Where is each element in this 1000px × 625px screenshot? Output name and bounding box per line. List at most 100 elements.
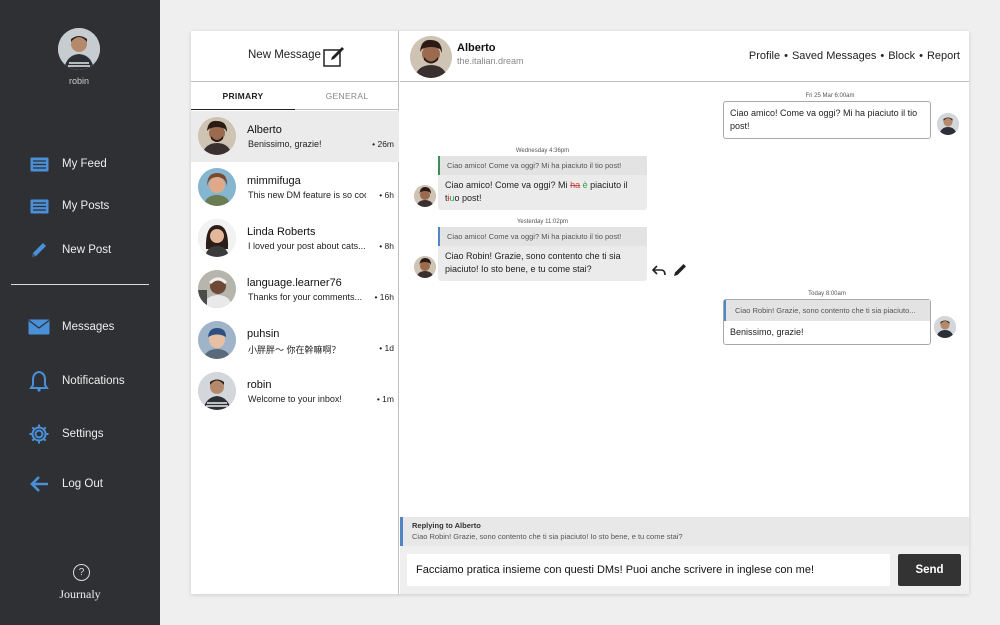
message-text: Ciao amico! Come va oggi? Mi ha è piaciu… [445, 180, 628, 203]
nav-label: My Feed [62, 158, 107, 170]
nav-my-posts[interactable]: My Posts [28, 195, 109, 217]
compose-icon[interactable] [323, 46, 345, 68]
quoted-message: Ciao amico! Come va oggi? Mi ha piaciuto… [438, 156, 647, 175]
separator: • [880, 50, 885, 62]
avatar[interactable] [58, 28, 100, 70]
message-timestamp: Wednesday 4:36pm [515, 148, 570, 154]
sidebar: robin My Feed My Posts New Post Messages… [0, 0, 160, 625]
conversation-item[interactable]: puhsin 小胖胖～ 你在幹嘛啊？ • 1d [191, 315, 399, 366]
nav-label: Messages [62, 321, 115, 333]
message-bubble[interactable]: Ciao amico! Come va oggi? Mi ha piaciuto… [438, 227, 647, 281]
conversation-name: robin [247, 379, 272, 391]
reply-context: Replying to Alberto Ciao Robin! Grazie, … [400, 517, 969, 546]
nav-log-out[interactable]: Log Out [28, 473, 103, 495]
help-icon[interactable]: ? [73, 564, 90, 581]
message-timestamp: Today 8:00am [808, 291, 846, 297]
nav-settings[interactable]: Settings [28, 423, 104, 445]
block-link[interactable]: Block [888, 50, 915, 62]
chat-pane: Alberto the.italian.dream Profile • Save… [400, 31, 969, 594]
nav-label: Settings [62, 428, 104, 440]
conversation-item[interactable]: Linda Roberts I loved your post about ca… [191, 213, 399, 264]
tab-primary[interactable]: PRIMARY [191, 82, 295, 110]
avatar [198, 168, 236, 206]
gear-icon [28, 423, 50, 445]
message-text: Benissimo, grazie! [730, 327, 804, 337]
divider [11, 284, 149, 285]
message-timestamp: Yesterday 11:02pm [516, 219, 569, 225]
quoted-message: Ciao Robin! Grazie, sono contento che ti… [724, 300, 930, 321]
tab-general[interactable]: GENERAL [295, 82, 399, 110]
conversation-name: Linda Roberts [247, 226, 316, 238]
conversation-time: • 6h [379, 190, 394, 200]
conversation-name: puhsin [247, 328, 280, 340]
user-name: robin [68, 76, 89, 86]
messages-panel: New Message PRIMARY GENERAL Alberto Beni… [191, 31, 969, 594]
conversation-time: • 1d [379, 343, 394, 353]
avatar [198, 270, 236, 308]
nav-new-post[interactable]: New Post [28, 239, 111, 261]
message-input[interactable] [407, 554, 890, 586]
conversation-time: • 1m [376, 394, 394, 404]
arrow-left-icon [28, 473, 50, 495]
nav-label: Notifications [62, 375, 125, 387]
inbox-tabs: PRIMARY GENERAL [191, 82, 399, 110]
avatar [198, 219, 236, 257]
conversation-item[interactable]: mimmifuga This new DM feature is so cool… [191, 162, 399, 213]
feed-icon [28, 153, 50, 175]
chat-contact-name: Alberto [457, 42, 496, 54]
avatar [198, 321, 236, 359]
conversation-preview: I loved your post about cats... [248, 241, 366, 251]
reply-text: Ciao Robin! Grazie, sono contento che ti… [412, 532, 683, 541]
send-button[interactable]: Send [898, 554, 961, 586]
new-message-header: New Message [191, 31, 399, 82]
reply-icon[interactable] [651, 263, 667, 279]
correction-strike: ha [570, 180, 581, 190]
message-timestamp: Fri 25 Mar 6:00am [805, 93, 855, 99]
avatar [934, 316, 956, 338]
avatar [198, 372, 236, 410]
conversation-item[interactable]: language.learner76 Thanks for your comme… [191, 264, 399, 315]
nav-messages[interactable]: Messages [28, 316, 114, 338]
posts-icon [28, 195, 50, 217]
message-bubble[interactable]: Ciao amico! Come va oggi? Mi ha piaciuto… [723, 101, 931, 139]
conversation-time: • 26m [372, 139, 394, 149]
conversation-time: • 16h [374, 292, 394, 302]
conversation-name: Alberto [247, 124, 282, 136]
pencil-icon [28, 239, 50, 261]
conversation-name: mimmifuga [247, 175, 301, 187]
conversation-list-pane: New Message PRIMARY GENERAL Alberto Beni… [191, 31, 399, 594]
conversation-preview: 小胖胖～ 你在幹嘛啊？ [248, 345, 341, 355]
saved-messages-link[interactable]: Saved Messages [792, 50, 876, 62]
conversation-preview: Thanks for your comments... [248, 292, 363, 302]
conversation-preview: Benissimo, grazie! [248, 139, 322, 149]
composer: Send [400, 546, 969, 594]
avatar [198, 117, 236, 155]
message-bubble[interactable]: Ciao Robin! Grazie, sono contento che ti… [723, 299, 931, 345]
message-bubble[interactable]: Ciao amico! Come va oggi? Mi ha piaciuto… [438, 156, 647, 210]
separator: • [919, 50, 923, 62]
conversation-name: language.learner76 [247, 277, 342, 289]
avatar [414, 185, 436, 207]
chat-header: Alberto the.italian.dream Profile • Save… [400, 31, 969, 82]
report-link[interactable]: Report [927, 50, 960, 62]
edit-icon[interactable] [672, 262, 688, 278]
conversation-preview: This new DM feature is so cool! [248, 190, 366, 200]
avatar [414, 256, 436, 278]
envelope-icon [28, 316, 50, 338]
message-text: Ciao amico! Come va oggi? Mi ha piaciuto… [730, 108, 918, 131]
quoted-message: Ciao amico! Come va oggi? Mi ha piaciuto… [438, 227, 647, 246]
nav-notifications[interactable]: Notifications [28, 370, 125, 392]
avatar[interactable] [410, 36, 452, 78]
nav-label: My Posts [62, 200, 110, 212]
brand-logo: Journaly [59, 587, 101, 601]
message-text: Ciao Robin! Grazie, sono contento che ti… [445, 251, 621, 274]
profile-link[interactable]: Profile [749, 50, 780, 62]
conversation-item[interactable]: robin Welcome to your inbox! • 1m [191, 366, 399, 417]
nav-my-feed[interactable]: My Feed [28, 153, 107, 175]
chat-contact-handle: the.italian.dream [457, 56, 524, 66]
reply-title: Replying to Alberto [412, 521, 481, 530]
nav-label: New Post [62, 244, 112, 256]
bell-icon [28, 370, 50, 392]
conversation-item[interactable]: Alberto Benissimo, grazie! • 26m [191, 111, 399, 162]
nav-label: Log Out [62, 478, 103, 490]
